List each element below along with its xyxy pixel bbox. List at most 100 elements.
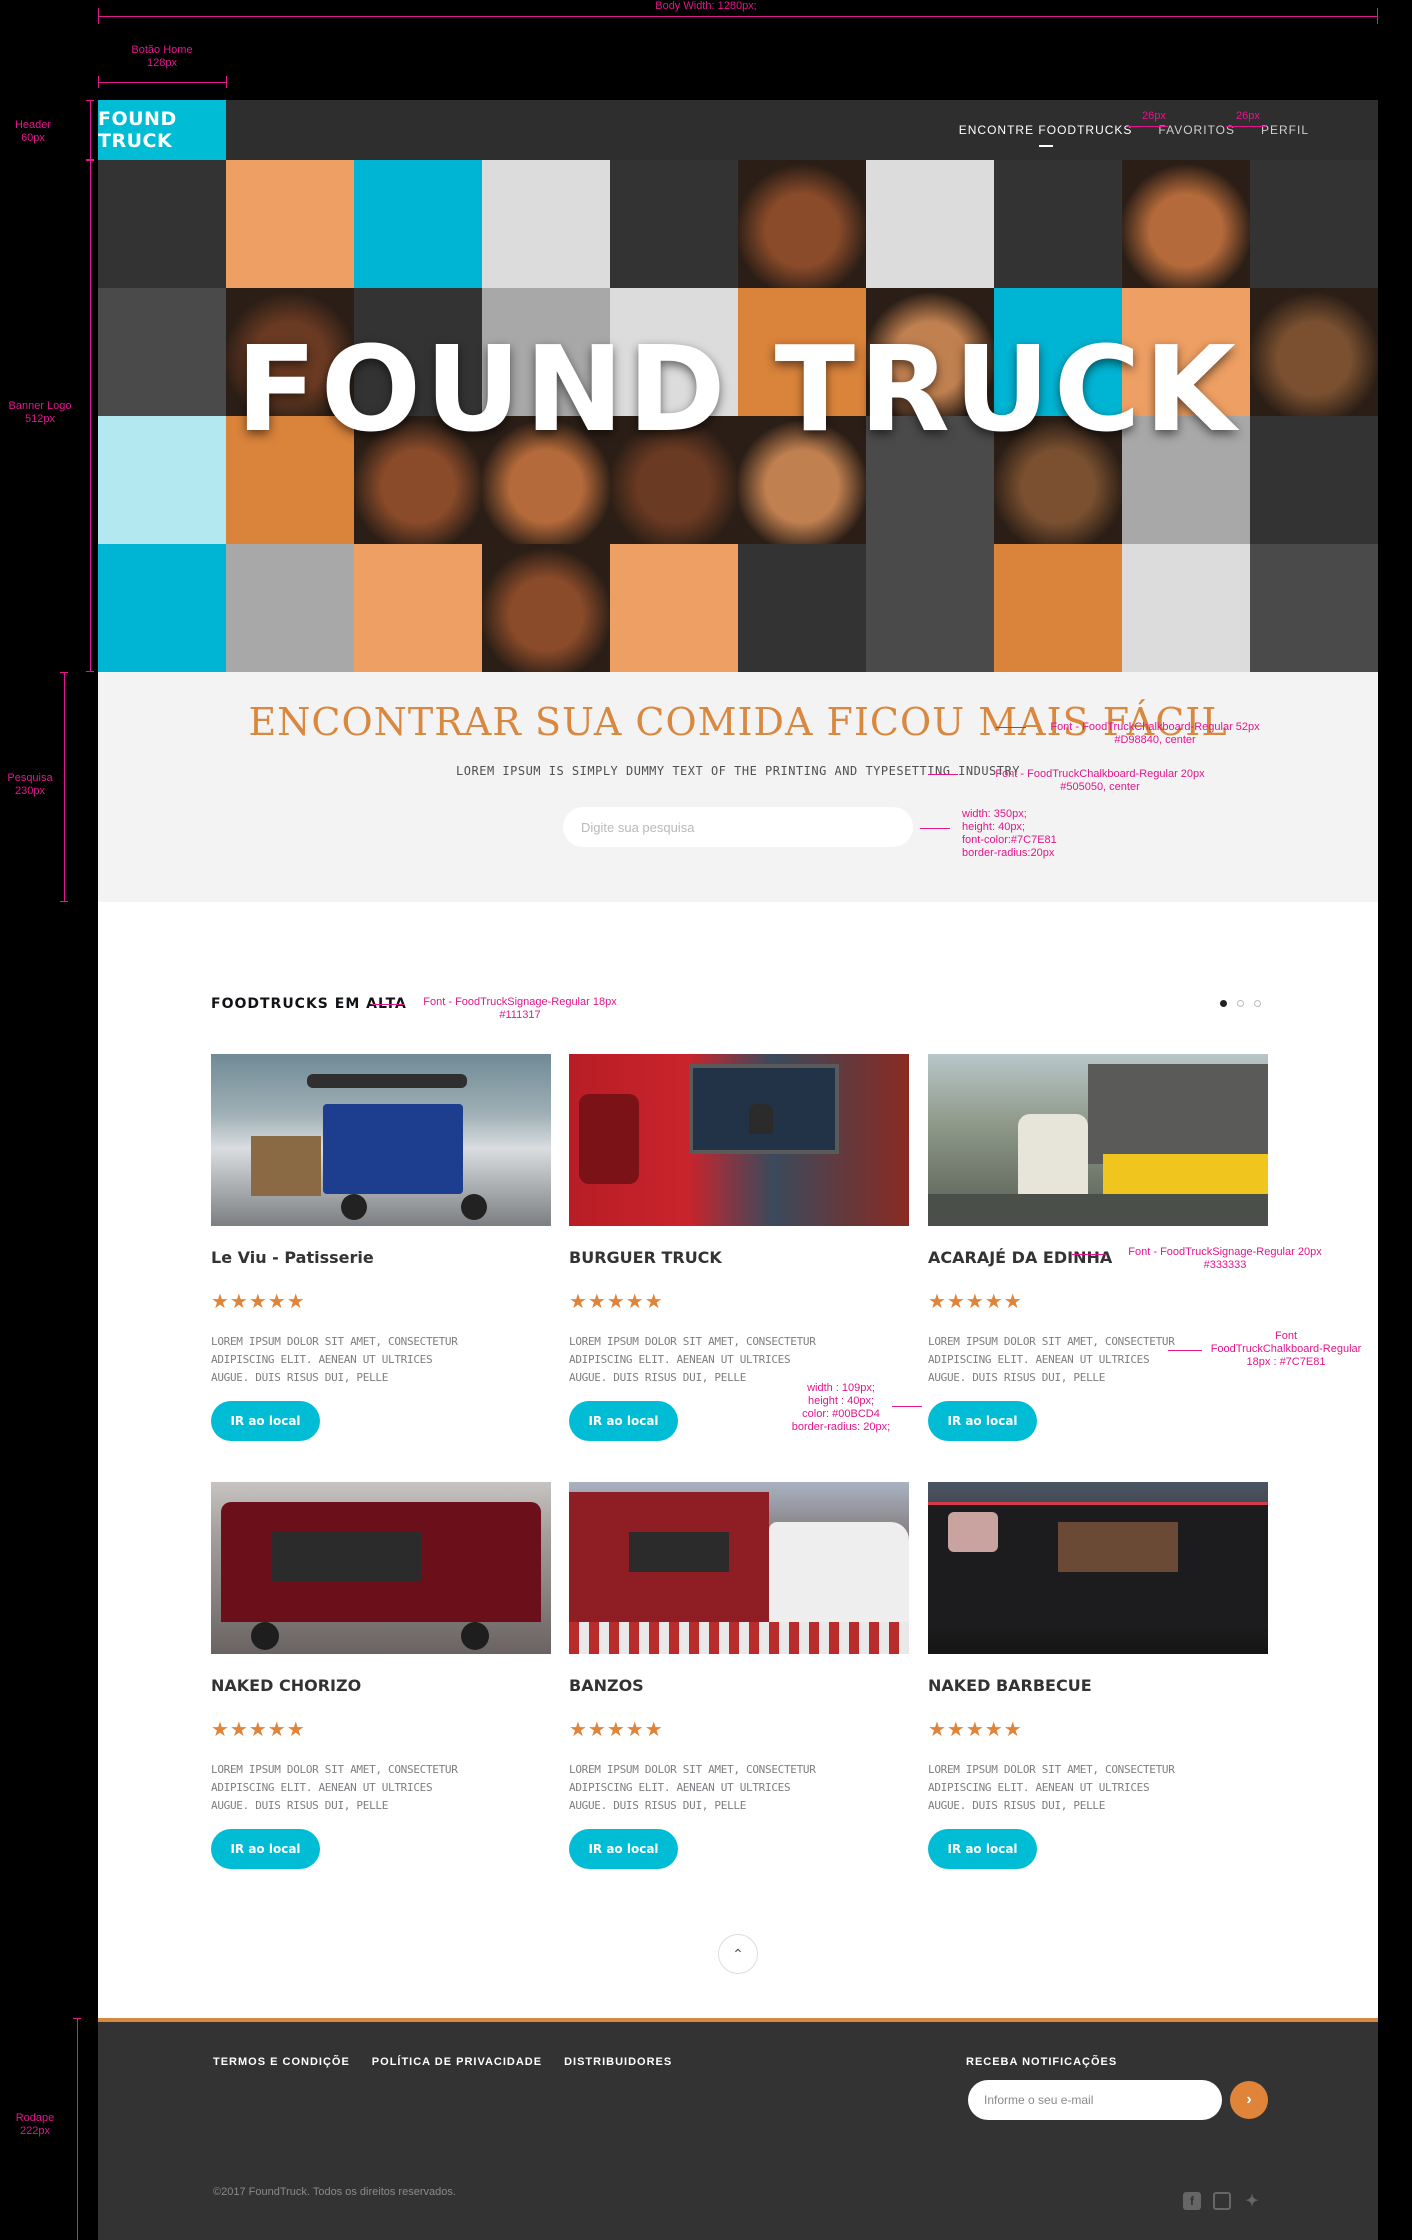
banner-tile [994,160,1122,288]
banner-tile [610,160,738,288]
card-photo[interactable] [928,1054,1268,1226]
header-annotation: Header 60px [0,119,66,145]
button-height-spec: height : 40px; [807,1395,875,1407]
rodape-anno-label: Rodape [15,2112,55,2124]
button-radius-spec: border-radius: 20px; [791,1421,891,1433]
facebook-icon[interactable]: f [1183,2192,1201,2210]
search-input-annotation: width: 350px; height: 40px; font-color:#… [962,808,1057,860]
header-anno-size: 60px [21,132,45,144]
search-input-radius-spec: border-radius:20px [962,847,1055,859]
card-name-anno-line [1072,1254,1106,1255]
nav-gap-annotation-2: 26px [1236,110,1260,122]
rating-stars: ★★★★★ [569,1291,664,1313]
banner-tile [98,160,226,288]
search-sub-color-spec: #505050, center [1060,781,1140,793]
pesquisa-anno-size: 230px [15,785,45,797]
card-name: BANZOS [569,1676,644,1695]
banner-tile [354,160,482,288]
banner-tile [994,544,1122,672]
go-to-location-button[interactable]: IR ao local [928,1401,1037,1441]
foodtruck-card: Le Viu - Patisserie ★★★★★ LOREM IPSUM DO… [211,1054,551,1441]
card-photo[interactable] [928,1482,1268,1654]
card-description: LOREM IPSUM DOLOR SIT AMET, CONSECTETUR … [211,1763,458,1812]
banner-tile [226,160,354,288]
go-to-location-button[interactable]: IR ao local [928,1829,1037,1869]
search-title-anno-line [996,727,1026,728]
footer-link-termos[interactable]: TERMOS E CONDIÇÕE [213,2056,350,2068]
card-photo[interactable] [569,1054,909,1226]
section-title-font-spec: Font - FoodTruckSignage-Regular 18px [423,996,617,1008]
botao-home-tick-r [226,76,227,88]
card-name: BURGUER TRUCK [569,1248,722,1267]
banner-tile [866,160,994,288]
logo-text: FOUND TRUCK [98,108,177,152]
search-sub-anno-line [928,774,958,775]
nav-gap-line-2 [1226,126,1266,127]
carousel-dot-1[interactable] [1220,1000,1227,1007]
search-input-color-spec: font-color:#7C7E81 [962,834,1057,846]
card-desc-anno-line [1168,1350,1202,1351]
pesquisa-anno-label: Pesquisa [7,772,53,784]
banner-tile [98,544,226,672]
botao-home-size: 128px [147,57,177,69]
nav-encontre-foodtrucks[interactable]: ENCONTRE FOODTRUCKS [946,123,1146,147]
chevron-right-icon: › [1246,2091,1252,2108]
search-input-width-spec: width: 350px; [962,808,1027,820]
body-width-tick-l [98,8,99,24]
search-input[interactable] [563,807,913,847]
banner-annotation: Banner Logo 512px [0,400,80,426]
banner-tile [482,160,610,288]
card-description: LOREM IPSUM DOLOR SIT AMET, CONSECTETUR … [928,1335,1175,1384]
back-to-top-button[interactable]: ⌃ [718,1934,758,1974]
go-to-location-button[interactable]: IR ao local [569,1401,678,1441]
search-sub-font-spec: Font - FoodTruckChalkboard-Regular 20px [995,768,1205,780]
footer-link-distribuidores[interactable]: DISTRIBUIDORES [564,2056,672,2068]
footer-link-privacidade[interactable]: POLÍTICA DE PRIVACIDADE [372,2056,542,2068]
card-description: LOREM IPSUM DOLOR SIT AMET, CONSECTETUR … [569,1763,816,1812]
button-annotation: width : 109px; height : 40px; color: #00… [786,1382,896,1434]
search-input-anno-line [920,828,950,829]
banner-anno-label: Banner Logo [8,400,72,412]
banner-tile [482,544,610,672]
card-photo[interactable] [569,1482,909,1654]
banner-anno-tick-t [86,160,94,161]
card-photo[interactable] [211,1482,551,1654]
card-photo[interactable] [211,1054,551,1226]
pesquisa-annotation: Pesquisa 230px [0,772,60,798]
go-to-location-button[interactable]: IR ao local [211,1401,320,1441]
nav-gap-line-1 [1128,126,1168,127]
email-submit-button[interactable]: › [1230,2081,1268,2119]
main-nav: ENCONTRE FOODTRUCKS FAVORITOS PERFIL [946,100,1322,160]
email-field[interactable] [968,2080,1222,2120]
social-links: f ✦ [1183,2192,1261,2210]
search-title-color-spec: #D98840, center [1114,734,1196,746]
card-desc-annotation: Font FoodTruckChalkboard-Regular 18px : … [1202,1330,1370,1369]
home-logo-button[interactable]: FOUND TRUCK [98,100,226,160]
botao-home-annotation: Botão Home 128px [98,44,226,70]
card-name: NAKED BARBECUE [928,1676,1092,1695]
instagram-icon[interactable] [1213,2192,1231,2210]
twitter-icon[interactable]: ✦ [1243,2192,1261,2210]
banner-tile [1122,160,1250,288]
header-anno-tick-t [86,100,94,101]
rating-stars: ★★★★★ [211,1719,306,1741]
rating-stars: ★★★★★ [211,1291,306,1313]
banner-tile [354,544,482,672]
body-width-annotation: Body Width: 1280px; [655,0,757,12]
search-input-height-spec: height: 40px; [962,821,1025,833]
banner-anno-tick-b [86,671,94,672]
rating-stars: ★★★★★ [569,1719,664,1741]
header-anno-line [90,100,91,160]
go-to-location-button[interactable]: IR ao local [569,1829,678,1869]
carousel-dot-3[interactable] [1254,1000,1261,1007]
header: FOUND TRUCK ENCONTRE FOODTRUCKS FAVORITO… [98,100,1378,160]
card-name-font-spec: Font - FoodTruckSignage-Regular 20px [1128,1246,1322,1258]
rodape-annotation: Rodape 222px [0,2112,70,2138]
section-title-color-spec: #111317 [499,1009,541,1021]
body-width-line [98,16,1378,17]
foodtruck-card: NAKED CHORIZO ★★★★★ LOREM IPSUM DOLOR SI… [211,1482,551,1869]
carousel-dot-2[interactable] [1237,1000,1244,1007]
card-desc-font-spec: FoodTruckChalkboard-Regular [1210,1343,1362,1355]
pesquisa-anno-line [64,672,65,902]
go-to-location-button[interactable]: IR ao local [211,1829,320,1869]
